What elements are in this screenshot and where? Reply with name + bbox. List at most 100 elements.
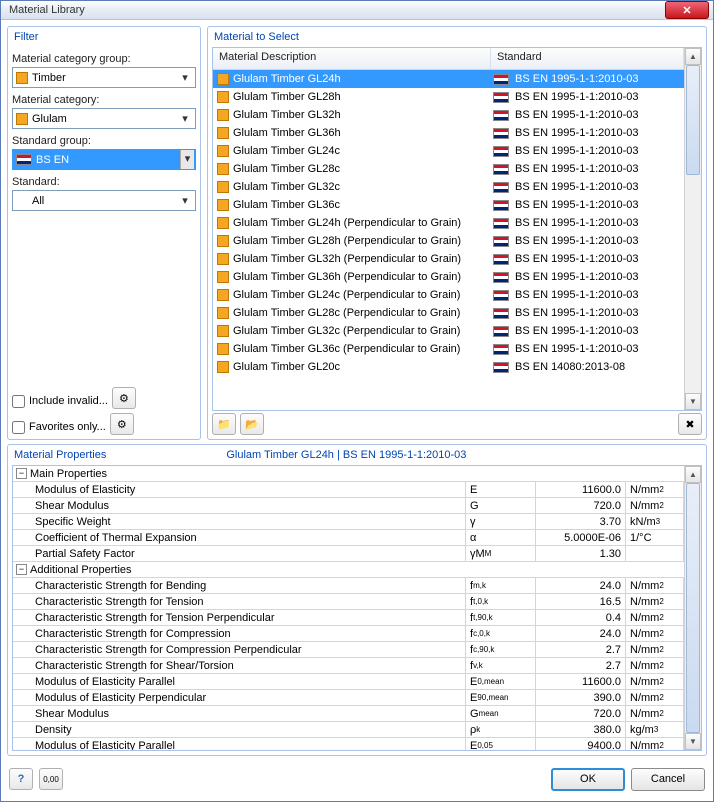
folder-open-icon: 📂 [245,418,259,431]
scroll-down-arrow[interactable]: ▼ [685,393,701,410]
cancel-button[interactable]: Cancel [631,768,705,791]
titlebar[interactable]: Material Library ✕ [1,1,713,20]
property-name: Shear Modulus [13,498,466,513]
property-row[interactable]: Modulus of Elasticity ParallelE0,mean116… [13,674,684,690]
col-description[interactable]: Material Description [213,48,491,69]
property-row[interactable]: Characteristic Strength for Tension Perp… [13,610,684,626]
gear-icon: ⚙ [119,392,129,405]
property-row[interactable]: Characteristic Strength for Compressionf… [13,626,684,642]
help-button[interactable]: ? [9,768,33,790]
scroll-down-arrow[interactable]: ▼ [685,733,701,750]
table-header: Material Description Standard [213,48,684,70]
new-material-button[interactable]: 📁 [212,413,236,435]
open-material-button[interactable]: 📂 [240,413,264,435]
units-icon: 0,00 [43,775,59,784]
property-row[interactable]: Specific Weightγ3.70kN/m3 [13,514,684,530]
property-row[interactable]: Shear ModulusGmean720.0N/mm2 [13,706,684,722]
props-scrollbar[interactable]: ▲ ▼ [684,466,701,750]
table-row[interactable]: Glulam Timber GL36h (Perpendicular to Gr… [213,268,684,286]
table-row[interactable]: Glulam Timber GL28cBS EN 1995-1-1:2010-0… [213,160,684,178]
table-row[interactable]: Glulam Timber GL28hBS EN 1995-1-1:2010-0… [213,88,684,106]
uk-flag-icon [493,200,509,211]
table-row[interactable]: Glulam Timber GL36hBS EN 1995-1-1:2010-0… [213,124,684,142]
scroll-thumb[interactable] [686,65,700,175]
property-row[interactable]: Characteristic Strength for Shear/Torsio… [13,658,684,674]
material-standard: BS EN 1995-1-1:2010-03 [515,127,639,139]
material-select-panel: Material to Select Material Description … [207,26,707,440]
table-row[interactable]: Glulam Timber GL24cBS EN 1995-1-1:2010-0… [213,142,684,160]
table-row[interactable]: Glulam Timber GL32cBS EN 1995-1-1:2010-0… [213,178,684,196]
property-row[interactable]: Modulus of Elasticity ParallelE0,059400.… [13,738,684,750]
collapse-icon[interactable]: − [16,564,27,575]
property-value: 24.0 [536,626,626,641]
category-group-combo[interactable]: Timber▾ [12,67,196,88]
table-row[interactable]: Glulam Timber GL36cBS EN 1995-1-1:2010-0… [213,196,684,214]
vertical-scrollbar[interactable]: ▲ ▼ [684,48,701,410]
property-unit: kg/m3 [626,722,684,737]
property-symbol: α [466,530,536,545]
close-button[interactable]: ✕ [665,1,709,19]
category-group-label: Material category group: [12,53,196,65]
scroll-thumb[interactable] [686,483,700,733]
filter-heading: Filter [12,29,196,47]
material-swatch-icon [217,145,229,157]
material-swatch-icon [217,343,229,355]
material-standard: BS EN 1995-1-1:2010-03 [515,325,639,337]
material-name: Glulam Timber GL36h (Perpendicular to Gr… [233,271,461,283]
ok-button[interactable]: OK [551,768,625,791]
property-symbol: ft,0,k [466,594,536,609]
property-value: 1.30 [536,546,626,561]
property-unit: N/mm2 [626,642,684,657]
delete-icon: ✖ [685,418,694,431]
table-body[interactable]: Glulam Timber GL24hBS EN 1995-1-1:2010-0… [213,70,684,410]
property-group-row[interactable]: −Additional Properties [13,562,684,578]
property-symbol: γMM [466,546,536,561]
table-row[interactable]: Glulam Timber GL24hBS EN 1995-1-1:2010-0… [213,70,684,88]
table-row[interactable]: Glulam Timber GL32hBS EN 1995-1-1:2010-0… [213,106,684,124]
col-standard[interactable]: Standard [491,48,684,69]
property-row[interactable]: Modulus of Elasticity PerpendicularE90,m… [13,690,684,706]
property-row[interactable]: Characteristic Strength for Tensionft,0,… [13,594,684,610]
property-row[interactable]: Modulus of ElasticityE11600.0N/mm2 [13,482,684,498]
table-row[interactable]: Glulam Timber GL24c (Perpendicular to Gr… [213,286,684,304]
scroll-up-arrow[interactable]: ▲ [685,48,701,65]
invalid-options-button[interactable]: ⚙ [112,387,136,409]
property-symbol: fc,0,k [466,626,536,641]
table-row[interactable]: Glulam Timber GL28h (Perpendicular to Gr… [213,232,684,250]
property-group-row[interactable]: −Main Properties [13,466,684,482]
uk-flag-icon [493,272,509,283]
delete-material-button[interactable]: ✖ [678,413,702,435]
include-invalid-checkbox[interactable]: Include invalid... [12,395,108,408]
uk-flag-icon [493,236,509,247]
property-row[interactable]: Densityρk380.0kg/m3 [13,722,684,738]
glulam-swatch-icon [16,113,28,125]
standard-combo[interactable]: All▾ [12,190,196,211]
material-standard: BS EN 1995-1-1:2010-03 [515,163,639,175]
material-swatch-icon [217,289,229,301]
favorites-options-button[interactable]: ⚙ [110,413,134,435]
table-row[interactable]: Glulam Timber GL32c (Perpendicular to Gr… [213,322,684,340]
scroll-up-arrow[interactable]: ▲ [685,466,701,483]
table-row[interactable]: Glulam Timber GL36c (Perpendicular to Gr… [213,340,684,358]
collapse-icon[interactable]: − [16,468,27,479]
property-value: 0.4 [536,610,626,625]
property-row[interactable]: Coefficient of Thermal Expansionα5.0000E… [13,530,684,546]
property-row[interactable]: Shear ModulusG720.0N/mm2 [13,498,684,514]
standard-group-combo[interactable]: BS EN▾ [12,149,196,170]
table-row[interactable]: Glulam Timber GL28c (Perpendicular to Gr… [213,304,684,322]
favorites-only-checkbox[interactable]: Favorites only... [12,421,106,434]
table-row[interactable]: Glulam Timber GL20cBS EN 14080:2013-08 [213,358,684,376]
category-combo[interactable]: Glulam▾ [12,108,196,129]
table-row[interactable]: Glulam Timber GL24h (Perpendicular to Gr… [213,214,684,232]
uk-flag-icon [16,154,32,165]
property-row[interactable]: Partial Safety FactorγMM1.30 [13,546,684,562]
material-standard: BS EN 1995-1-1:2010-03 [515,235,639,247]
table-row[interactable]: Glulam Timber GL32h (Perpendicular to Gr… [213,250,684,268]
property-row[interactable]: Characteristic Strength for Compression … [13,642,684,658]
material-swatch-icon [217,271,229,283]
units-button[interactable]: 0,00 [39,768,63,790]
property-row[interactable]: Characteristic Strength for Bendingfm,k2… [13,578,684,594]
property-value: 380.0 [536,722,626,737]
material-swatch-icon [217,73,229,85]
material-library-dialog: Material Library ✕ Filter Material categ… [0,0,714,802]
